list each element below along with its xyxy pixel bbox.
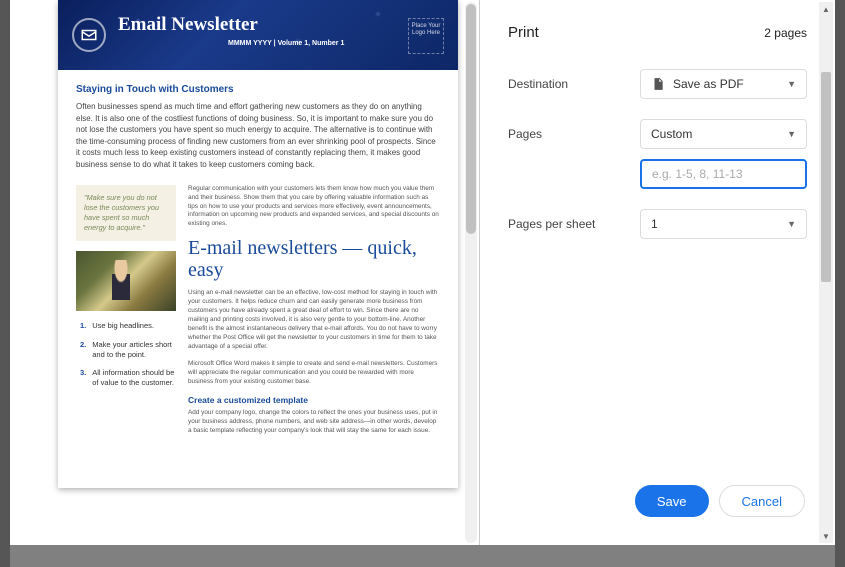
- print-preview-pane: Email Newsletter MMMM YYYY | Volume 1, N…: [10, 0, 480, 545]
- pages-per-sheet-label: Pages per sheet: [508, 217, 628, 231]
- section1-body: Often businesses spend as much time and …: [76, 101, 440, 171]
- chevron-down-icon: ▼: [787, 219, 796, 229]
- doc-header: Email Newsletter MMMM YYYY | Volume 1, N…: [58, 0, 458, 70]
- tip-text: All information should be of value to th…: [92, 368, 176, 388]
- tip-text: Use big headlines.: [92, 321, 154, 331]
- scroll-up-arrow[interactable]: ▲: [819, 2, 833, 16]
- logo-placeholder: Place Your Logo Here: [408, 18, 444, 54]
- right-intro: Regular communication with your customer…: [188, 185, 440, 230]
- save-button[interactable]: Save: [635, 485, 709, 517]
- pages-label: Pages: [508, 127, 628, 141]
- cancel-button[interactable]: Cancel: [719, 485, 805, 517]
- pdf-icon: [651, 76, 665, 92]
- destination-label: Destination: [508, 77, 628, 91]
- section1-title: Staying in Touch with Customers: [76, 84, 440, 95]
- tips-list: 1. Use big headlines. 2. Make your article…: [76, 321, 176, 388]
- doc-title: Email Newsletter: [118, 14, 440, 36]
- preview-scroll-thumb[interactable]: [466, 4, 476, 234]
- destination-value: Save as PDF: [673, 77, 744, 91]
- pages-per-sheet-value: 1: [651, 217, 658, 231]
- right-subheading: Create a customized template: [188, 395, 440, 405]
- scroll-down-arrow[interactable]: ▼: [819, 529, 833, 543]
- right-para1b: Microsoft Office Word makes it simple to…: [188, 360, 440, 387]
- doc-meta: MMMM YYYY | Volume 1, Number 1: [118, 40, 440, 47]
- destination-select[interactable]: Save as PDF ▼: [640, 69, 807, 99]
- pages-select[interactable]: Custom ▼: [640, 119, 807, 149]
- list-item: 1. Use big headlines.: [80, 321, 176, 331]
- doc-meta-issue: Volume 1, Number 1: [278, 40, 345, 47]
- tip-num: 3.: [80, 368, 86, 388]
- print-title: Print: [508, 24, 539, 41]
- page-count: 2 pages: [764, 26, 807, 40]
- pull-quote: "Make sure you do not lose the customers…: [76, 185, 176, 242]
- list-item: 3. All information should be of value to …: [80, 368, 176, 388]
- panel-scroll-thumb[interactable]: [821, 72, 831, 282]
- right-para1: Using an e-mail newsletter can be an eff…: [188, 289, 440, 352]
- right-para2: Add your company logo, change the colors…: [188, 409, 440, 436]
- pages-per-sheet-select[interactable]: 1 ▼: [640, 209, 807, 239]
- document-preview: Email Newsletter MMMM YYYY | Volume 1, N…: [58, 0, 458, 488]
- article-photo: [76, 251, 176, 311]
- pages-range-placeholder: e.g. 1-5, 8, 11-13: [652, 167, 743, 181]
- chevron-down-icon: ▼: [787, 129, 796, 139]
- tip-num: 2.: [80, 340, 86, 360]
- tip-text: Make your articles short and to the poin…: [92, 340, 176, 360]
- panel-scrollbar[interactable]: ▲ ▼: [819, 2, 833, 543]
- doc-meta-date: MMMM YYYY: [228, 40, 272, 47]
- envelope-icon: [72, 18, 106, 52]
- right-heading: E-mail newsletters — quick, easy: [188, 237, 440, 281]
- tip-num: 1.: [80, 321, 86, 331]
- chevron-down-icon: ▼: [787, 79, 796, 89]
- pages-value: Custom: [651, 127, 692, 141]
- preview-scrollbar[interactable]: [465, 2, 477, 543]
- pages-range-input[interactable]: e.g. 1-5, 8, 11-13: [640, 159, 807, 189]
- list-item: 2. Make your articles short and to the po…: [80, 340, 176, 360]
- print-panel: Print 2 pages Destination Save as PDF ▼ …: [480, 0, 835, 545]
